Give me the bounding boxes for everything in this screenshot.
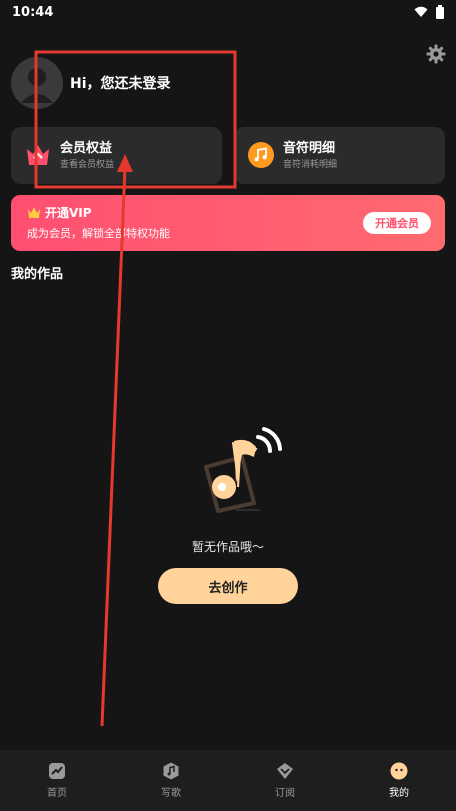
music-note-icon <box>248 142 274 168</box>
card-subtitle: 查看会员权益 <box>60 160 115 170</box>
card-title: 音符明细 <box>283 141 336 156</box>
subscribe-icon <box>277 763 293 779</box>
nav-item-home[interactable]: 首页 <box>0 750 114 811</box>
card-subtitle: 音符消耗明细 <box>283 160 338 170</box>
go-create-button[interactable]: 去创作 <box>158 568 298 604</box>
wifi-icon <box>414 6 428 17</box>
nav-label: 我的 <box>389 788 409 799</box>
empty-works-text: 暂无作品哦〜 <box>191 540 264 554</box>
battery-icon <box>436 5 444 19</box>
nav-label: 写歌 <box>161 788 181 799</box>
nav-label: 订阅 <box>275 788 295 799</box>
status-time: 10:44 <box>12 4 54 20</box>
vip-banner[interactable]: 开通VIP 成为会员，解锁全部特权功能 开通会员 <box>11 195 445 251</box>
small-crown-icon <box>28 207 40 218</box>
nav-item-subscribe[interactable]: 订阅 <box>228 750 342 811</box>
nav-label: 首页 <box>47 788 67 799</box>
home-icon <box>49 763 65 779</box>
nav-item-write-song[interactable]: 写歌 <box>114 750 228 811</box>
write-song-icon <box>163 762 179 780</box>
login-greeting[interactable]: Hi，您还未登录 <box>70 73 171 93</box>
vip-title-text: 开通VIP <box>45 206 92 220</box>
annotation-arrow-line <box>100 167 127 727</box>
default-avatar-icon <box>21 68 53 103</box>
annotation-overlay <box>34 50 237 727</box>
note-details-card[interactable]: 音符明细 音符消耗明细 <box>234 127 445 184</box>
card-title: 会员权益 <box>60 141 113 156</box>
crown-icon <box>27 145 49 165</box>
bottom-nav: 首页 写歌 订阅 我的 <box>0 750 456 811</box>
gear-icon <box>426 44 446 64</box>
vip-subtitle: 成为会员，解锁全部特权功能 <box>27 227 170 240</box>
vip-title: 开通VIP <box>27 204 92 221</box>
settings-button[interactable] <box>426 44 446 64</box>
empty-works-icon <box>204 427 282 513</box>
open-vip-button[interactable]: 开通会员 <box>363 212 431 234</box>
nav-item-mine[interactable]: 我的 <box>342 750 456 811</box>
profile-face-icon <box>390 762 408 780</box>
avatar[interactable] <box>11 57 63 109</box>
status-bar: 10:44 <box>0 0 456 24</box>
member-benefits-card[interactable]: 会员权益 查看会员权益 <box>11 127 222 184</box>
status-icons <box>414 5 444 19</box>
my-works-title: 我的作品 <box>11 267 64 282</box>
